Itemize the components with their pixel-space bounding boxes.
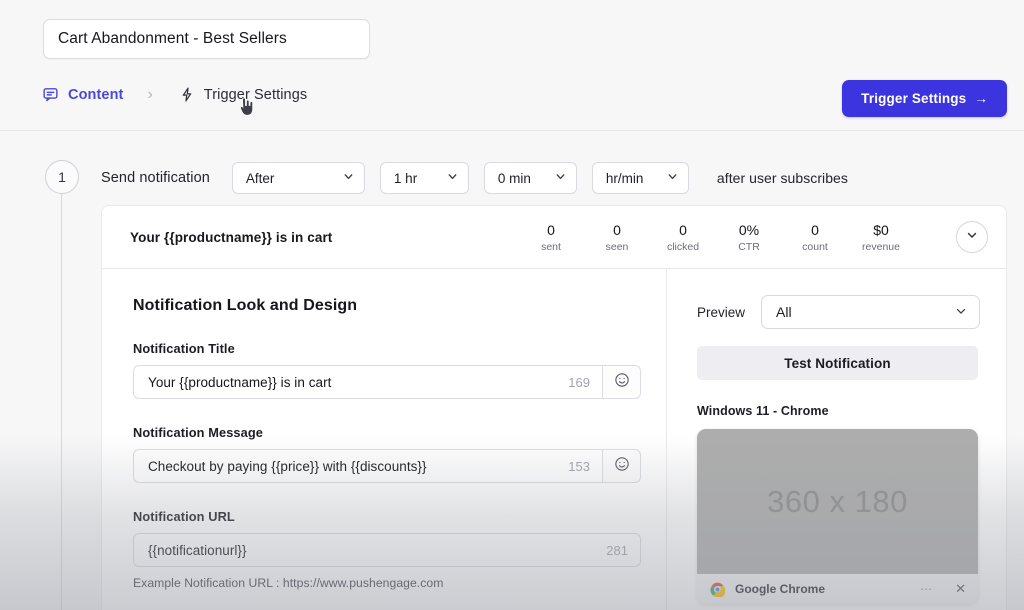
chevron-down-icon (446, 170, 459, 186)
notification-url-value: {{notificationurl}} (148, 542, 247, 558)
collapse-section-button[interactable] (956, 221, 988, 253)
metric-count-label: count (802, 240, 828, 253)
unit-select[interactable]: hr/min (591, 162, 689, 194)
minutes-select[interactable]: 0 min (483, 162, 577, 194)
notification-message-value: Checkout by paying {{price}} with {{disc… (148, 458, 427, 474)
message-emoji-picker-button[interactable] (603, 449, 641, 483)
close-icon[interactable]: ✕ (955, 581, 966, 597)
metric-clicked-value: 0 (679, 221, 687, 238)
send-notification-label: Send notification (101, 170, 210, 186)
chrome-icon (710, 582, 726, 598)
preview-platform-value: All (776, 304, 792, 320)
smiley-face-icon (614, 456, 630, 477)
notification-summary-bar: Your {{productname}} is in cart 0 sent 0… (101, 205, 1007, 269)
metric-sent-value: 0 (547, 221, 555, 238)
breadcrumb-item-content[interactable]: Content (42, 86, 123, 103)
chevron-down-icon (554, 170, 567, 186)
hours-select-value: 1 hr (393, 170, 418, 186)
breadcrumb-separator-icon: › (147, 85, 153, 103)
metric-sent: 0 sent (518, 222, 584, 253)
preview-platform-select[interactable]: All (761, 295, 980, 329)
breadcrumb-item-trigger-settings[interactable]: Trigger Settings (179, 86, 307, 103)
breadcrumb-content-label: Content (68, 86, 124, 103)
section-title: Notification Look and Design (133, 297, 358, 314)
chevron-down-icon (342, 170, 355, 186)
breadcrumb: Content › Trigger Settings (42, 86, 307, 103)
notification-url-label: Notification URL (133, 509, 235, 524)
page-header: Cart Abandonment - Best Sellers Content … (0, 0, 1024, 131)
notification-title-value: Your {{productname}} is in cart (148, 374, 332, 390)
step-number: 1 (58, 169, 66, 185)
chevron-down-icon (954, 304, 968, 321)
step-connector-line (61, 194, 62, 610)
notification-title-field: Your {{productname}} is in cart 169 (133, 365, 641, 399)
smiley-face-icon (614, 372, 630, 393)
trigger-settings-button[interactable]: Trigger Settings → (842, 80, 1007, 117)
notification-editor-panel: Notification Look and Design Notificatio… (101, 269, 1007, 610)
metric-count-value: 0 (811, 221, 819, 238)
metric-seen-value: 0 (613, 221, 621, 238)
lightning-bolt-icon (179, 86, 195, 103)
chevron-down-icon (965, 228, 979, 247)
notification-title-counter: 169 (568, 374, 590, 390)
notification-message-input[interactable]: Checkout by paying {{price}} with {{disc… (133, 449, 603, 483)
metric-revenue-value: $0 (873, 221, 889, 238)
metric-revenue-label: revenue (862, 240, 900, 253)
campaign-name-input[interactable]: Cart Abandonment - Best Sellers (43, 19, 370, 59)
test-notification-button[interactable]: Test Notification (696, 346, 978, 380)
app-root: Cart Abandonment - Best Sellers Content … (0, 0, 1024, 610)
preview-platform-title: Windows 11 - Chrome (696, 404, 829, 418)
stats-metrics: 0 sent 0 seen 0 clicked 0% CTR 0 count $… (518, 222, 914, 253)
trigger-settings-button-label: Trigger Settings (861, 91, 967, 106)
notification-message-field: Checkout by paying {{price}} with {{disc… (133, 449, 641, 483)
notification-preview-image-placeholder: 360 x 180 (696, 429, 978, 574)
title-emoji-picker-button[interactable] (603, 365, 641, 399)
message-bubble-icon (42, 86, 59, 103)
timing-select[interactable]: After (231, 162, 365, 194)
notification-design-form: Notification Look and Design Notificatio… (102, 269, 666, 610)
notification-url-hint: Example Notification URL : https://www.p… (133, 576, 444, 590)
ellipsis-icon[interactable]: ⋯ (920, 582, 933, 596)
breadcrumb-trigger-label: Trigger Settings (203, 86, 308, 103)
image-placeholder-text: 360 x 180 (767, 483, 908, 519)
timing-select-value: After (245, 170, 275, 186)
after-subscribes-text: after user subscribes (716, 170, 848, 186)
notification-preview-card: 360 x 180 Google Chrome ⋯ ✕ (696, 429, 978, 604)
campaign-name-value: Cart Abandonment - Best Sellers (58, 30, 287, 47)
notification-title-label: Notification Title (133, 341, 235, 356)
arrow-right-icon: → (974, 91, 988, 106)
metric-seen-label: seen (605, 240, 629, 253)
metric-ctr-value: 0% (738, 221, 760, 238)
chevron-down-icon (666, 170, 679, 186)
notification-message-label: Notification Message (133, 425, 263, 440)
metric-revenue: $0 revenue (848, 222, 914, 253)
notification-app-name: Google Chrome (734, 582, 825, 596)
preview-selector-row: Preview All (697, 295, 980, 329)
metric-seen: 0 seen (584, 222, 650, 253)
metric-sent-label: sent (541, 240, 561, 253)
step-number-badge: 1 (45, 160, 79, 194)
notification-title-input[interactable]: Your {{productname}} is in cart 169 (133, 365, 603, 399)
metric-count: 0 count (782, 222, 848, 253)
metric-clicked: 0 clicked (650, 222, 716, 253)
unit-select-value: hr/min (605, 170, 644, 186)
metric-ctr: 0% CTR (716, 222, 782, 253)
preview-panel: Preview All Test Notification Windows 11… (667, 269, 1006, 610)
notification-url-input[interactable]: {{notificationurl}} 281 (133, 533, 641, 567)
metric-ctr-label: CTR (738, 240, 760, 253)
preview-label: Preview (696, 304, 745, 320)
notification-url-field: {{notificationurl}} 281 (133, 533, 641, 567)
notification-summary-title: Your {{productname}} is in cart (130, 229, 333, 245)
notification-preview-footer: Google Chrome ⋯ ✕ (696, 574, 978, 604)
metric-clicked-label: clicked (666, 240, 700, 253)
hours-select[interactable]: 1 hr (379, 162, 469, 194)
notification-url-counter: 281 (606, 542, 628, 558)
minutes-select-value: 0 min (497, 170, 531, 186)
send-notification-row: Send notification After 1 hr 0 min hr/mi… (101, 162, 848, 194)
notification-message-counter: 153 (568, 458, 590, 474)
